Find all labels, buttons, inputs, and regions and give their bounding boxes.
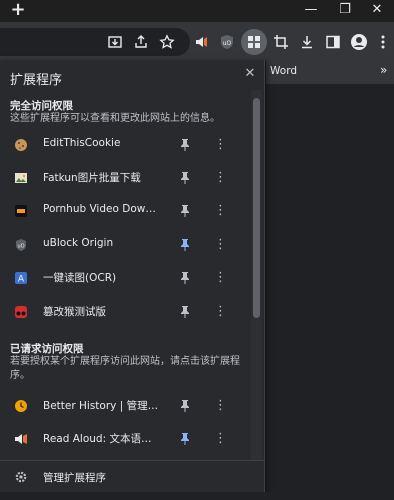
profile-icon[interactable] [348, 31, 370, 53]
manage-extensions-label: 管理扩展程序 [43, 472, 106, 484]
new-tab-button[interactable]: + [6, 0, 30, 20]
extension-name: Read Aloud: 文本语音朗... [43, 433, 161, 445]
extension-row-read-aloud[interactable]: Read Aloud: 文本语音朗... ⋮ [0, 425, 250, 453]
extension-row-ublock[interactable]: uO uBlock Origin ⋮ [0, 231, 250, 259]
svg-text:A: A [18, 275, 25, 285]
read-aloud-icon[interactable] [190, 31, 212, 53]
extension-row-better-history[interactable]: Better History | 管理、导... ⋮ [0, 392, 250, 420]
ublock-shield-icon: uO [16, 239, 26, 251]
close-window-button[interactable]: ✕ [360, 0, 394, 18]
browser-toolbar: uO [0, 22, 394, 60]
extension-row-tampermonkey[interactable]: 篡改猴测试版 ⋮ [0, 298, 250, 326]
cookie-icon [15, 139, 27, 151]
fatkun-image-icon [15, 173, 27, 183]
svg-text:uO: uO [17, 244, 24, 250]
extension-name: EditThisCookie [43, 137, 121, 149]
read-aloud-speaker-icon [15, 434, 27, 444]
full-access-desc: 这些扩展程序可以查看和更改此网站上的信息。 [10, 113, 220, 124]
window-bottom-edge [0, 492, 394, 500]
extension-name: 一键读图(OCR) [43, 272, 117, 284]
bookmark-word[interactable]: Word [270, 65, 297, 77]
history-clock-icon [15, 400, 27, 412]
more-options-icon[interactable]: ⋮ [214, 270, 227, 286]
requested-access-desc: 若要授权某个扩展程序访问此网站，请点击该扩展程序。 [10, 356, 240, 381]
panel-scrollbar[interactable] [251, 90, 262, 460]
more-options-icon[interactable]: ⋮ [214, 431, 227, 447]
ublock-icon[interactable]: uO [216, 31, 238, 53]
bookmarks-more-button[interactable]: » [380, 63, 387, 77]
extension-name: Pornhub Video Downloa... [43, 203, 161, 215]
scrollbar-thumb[interactable] [253, 98, 260, 318]
menu-icon[interactable] [372, 31, 394, 53]
page-content [266, 84, 394, 500]
more-options-icon[interactable]: ⋮ [214, 137, 227, 153]
extension-name: uBlock Origin [43, 237, 114, 249]
pin-filled-icon[interactable] [178, 237, 192, 253]
extension-row-editthiscookie[interactable]: EditThisCookie ⋮ [0, 131, 250, 159]
star-icon[interactable] [156, 31, 178, 53]
extension-name: Better History | 管理、导... [43, 400, 161, 412]
share-icon[interactable] [130, 31, 152, 53]
pin-icon[interactable] [178, 203, 192, 219]
video-downloader-icon [15, 205, 27, 217]
bookmarks-bar: Word » [266, 60, 394, 84]
more-options-icon[interactable]: ⋮ [214, 170, 227, 186]
pin-icon[interactable] [178, 137, 192, 153]
extension-row-fatkun[interactable]: Fatkun图片批量下载 ⋮ [0, 164, 250, 192]
tampermonkey-icon [15, 306, 27, 318]
extensions-panel: 扩展程序 ✕ 完全访问权限 这些扩展程序可以查看和更改此网站上的信息。 Edit… [0, 60, 265, 492]
extension-row-pornhub-downloader[interactable]: Pornhub Video Downloa... ⋮ [0, 197, 250, 225]
download-icon[interactable] [296, 31, 318, 53]
extension-name: Fatkun图片批量下载 [43, 172, 141, 184]
extension-row-ocr[interactable]: A 一键读图(OCR) ⋮ [0, 264, 250, 292]
panel-title: 扩展程序 [10, 73, 63, 88]
download-screenshot-icon[interactable] [104, 31, 126, 53]
title-bar: + — ❐ ✕ [0, 0, 394, 22]
pin-icon[interactable] [178, 270, 192, 286]
svg-text:uO: uO [223, 40, 232, 47]
ocr-icon: A [15, 272, 27, 285]
gear-icon [15, 471, 27, 483]
extensions-puzzle-icon[interactable] [241, 29, 267, 55]
more-options-icon[interactable]: ⋮ [214, 304, 227, 320]
more-options-icon[interactable]: ⋮ [214, 203, 227, 219]
full-access-title: 完全访问权限 [10, 100, 73, 112]
pin-icon[interactable] [178, 304, 192, 320]
more-options-icon[interactable]: ⋮ [214, 398, 227, 414]
close-panel-button[interactable]: ✕ [242, 66, 258, 82]
sidebar-icon[interactable] [322, 31, 344, 53]
minimize-button[interactable]: — [294, 0, 328, 18]
pin-filled-icon[interactable] [178, 431, 192, 447]
more-options-icon[interactable]: ⋮ [214, 237, 227, 253]
restore-button[interactable]: ❐ [328, 0, 362, 18]
requested-access-title: 已请求访问权限 [10, 343, 84, 355]
pin-icon[interactable] [178, 170, 192, 186]
crop-icon[interactable] [270, 31, 292, 53]
extension-name: 篡改猴测试版 [43, 306, 106, 318]
pin-icon[interactable] [178, 398, 192, 414]
manage-extensions-button[interactable]: 管理扩展程序 [0, 460, 264, 493]
